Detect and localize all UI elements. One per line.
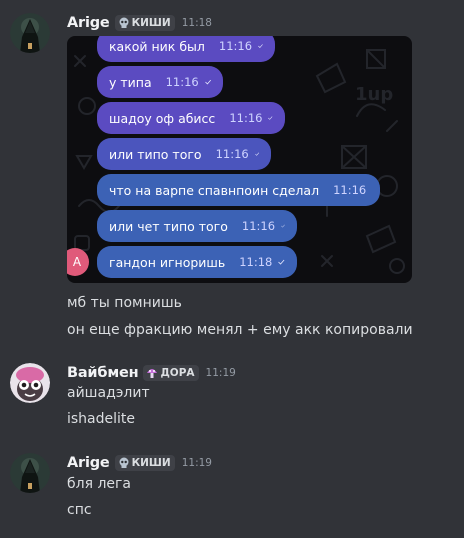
clan-tag[interactable]: КИШИ <box>114 455 175 471</box>
mushroom-icon <box>147 369 158 378</box>
bubble-time: 11:16 <box>218 39 253 53</box>
chat-bubble: или чет типо того 11:16 <box>97 210 297 242</box>
chat-bubble: какой ник был 11:16 <box>97 36 275 62</box>
timestamp: 11:18 <box>181 17 212 29</box>
user-avatar[interactable] <box>10 453 50 493</box>
bubble-text: или типо того <box>109 146 202 162</box>
message-text: спс <box>67 502 92 518</box>
check-icon <box>268 116 273 120</box>
username[interactable]: Вайбмен <box>67 365 139 381</box>
check-icon <box>281 224 285 228</box>
message-text: бля лега <box>67 476 131 492</box>
image-attachment[interactable]: 1up какой ник был 11:16 у типа 11:16 шад… <box>67 36 412 283</box>
message-text: мб ты помнишь <box>67 295 182 311</box>
message-text: он еще фракцию менял + ему акк копировал… <box>67 322 413 338</box>
check-icon <box>278 259 285 265</box>
bubble-time: 11:16 <box>215 147 249 161</box>
chat-bubble: шадоу оф абисс 11:16 <box>97 102 285 134</box>
bubble-time: 11:16 <box>229 111 263 125</box>
check-icon <box>254 152 259 156</box>
clan-tag-label: КИШИ <box>131 17 171 29</box>
bubble-text: или чет типо того <box>109 218 228 234</box>
user-avatar[interactable] <box>10 363 50 403</box>
chat-bubble: гандон игноришь 11:18 <box>97 246 297 278</box>
bubble-text: что на варпе спавнпоин сделал <box>109 182 320 198</box>
bubble-text: какой ник был <box>109 38 205 54</box>
bubble-text: у типа <box>109 74 152 90</box>
clan-tag-label: ДОРА <box>160 367 195 379</box>
svg-text:1up: 1up <box>355 84 393 105</box>
chat-bubble: что на варпе спавнпоин сделал 11:16 <box>97 174 380 206</box>
check-icon <box>258 44 263 48</box>
bubble-text: шадоу оф абисс <box>109 110 216 126</box>
skull-icon <box>119 457 129 468</box>
skull-icon <box>119 17 129 28</box>
bubble-time: 11:16 <box>241 219 276 233</box>
user-avatar[interactable] <box>10 13 50 53</box>
bubble-time: 11:16 <box>333 183 367 197</box>
message-text: ishadelite <box>67 411 136 427</box>
chat-bubble: у типа 11:16 <box>97 66 223 98</box>
chat-bubble: или типо того 11:16 <box>97 138 271 170</box>
username[interactable]: Arige <box>67 15 110 31</box>
clan-tag-label: КИШИ <box>131 457 171 469</box>
clan-tag[interactable]: КИШИ <box>114 15 175 31</box>
message-text: айшадэлит <box>67 385 150 401</box>
bubble-time: 11:18 <box>239 255 273 269</box>
username[interactable]: Arige <box>67 455 110 471</box>
clan-tag[interactable]: ДОРА <box>143 365 199 381</box>
check-icon <box>204 79 211 85</box>
bubble-text: гандон игноришь <box>109 254 226 270</box>
timestamp: 11:19 <box>205 367 236 379</box>
timestamp: 11:19 <box>181 457 212 469</box>
bubble-time: 11:16 <box>165 75 199 89</box>
